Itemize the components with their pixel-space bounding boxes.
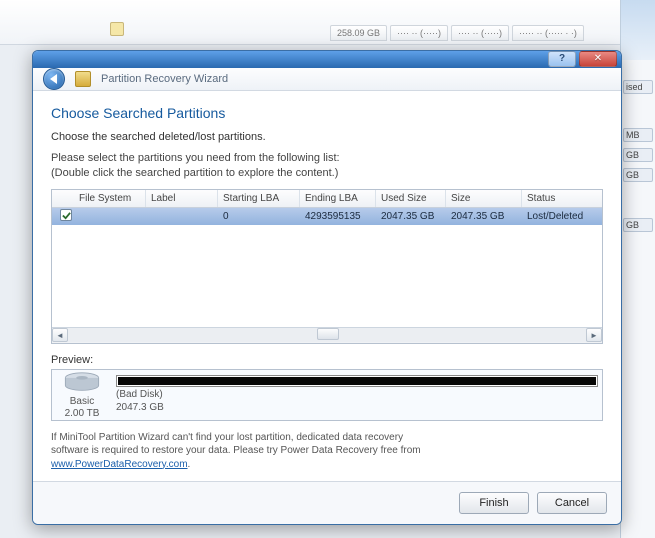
col-used-size[interactable]: Used Size	[376, 190, 446, 207]
check-icon	[62, 211, 71, 220]
wizard-content: Choose Searched Partitions Choose the se…	[33, 91, 621, 481]
wizard-title: Partition Recovery Wizard	[101, 73, 228, 85]
table-header-row: File System Label Starting LBA Ending LB…	[52, 190, 602, 208]
usage-bar-fill	[118, 377, 596, 385]
row-checkbox[interactable]	[60, 209, 72, 221]
col-ending-lba[interactable]: Ending LBA	[300, 190, 376, 207]
horizontal-scrollbar[interactable]: ◄ ►	[52, 327, 602, 343]
background-right-panel: ised MB GB GB GB	[620, 0, 655, 538]
bg-stub: ised	[623, 80, 653, 94]
scroll-thumb[interactable]	[317, 328, 339, 340]
col-check[interactable]	[52, 190, 74, 207]
scroll-left-button[interactable]: ◄	[52, 328, 68, 342]
partition-recovery-wizard-dialog: ? ✕ Partition Recovery Wizard Choose Sea…	[32, 50, 622, 525]
cell-status: Lost/Deleted	[522, 208, 602, 225]
titlebar[interactable]: ? ✕	[33, 51, 621, 68]
disk-summary: Basic 2.00 TB	[56, 370, 108, 420]
arrow-left-icon	[50, 74, 57, 84]
help-button[interactable]: ?	[548, 51, 576, 67]
col-starting-lba[interactable]: Starting LBA	[218, 190, 300, 207]
cancel-button[interactable]: Cancel	[537, 492, 607, 514]
col-status[interactable]: Status	[522, 190, 602, 207]
cell-size: 2047.35 GB	[446, 208, 522, 225]
disk-usage: (Bad Disk) 2047.3 GB	[116, 375, 598, 414]
usage-name: (Bad Disk)	[116, 389, 163, 400]
bg-stub: GB	[623, 218, 653, 232]
wizard-footer: Finish Cancel	[33, 481, 621, 524]
partitions-table: File System Label Starting LBA Ending LB…	[51, 189, 603, 344]
preview-panel: Basic 2.00 TB (Bad Disk) 2047.3 GB	[51, 369, 603, 421]
bg-tab: 258.09 GB	[330, 25, 387, 41]
close-icon: ✕	[594, 54, 602, 64]
finish-button[interactable]: Finish	[459, 492, 529, 514]
bg-tab: ···· ·· (·····)	[451, 25, 509, 41]
cell-ending-lba: 4293595135	[300, 208, 376, 225]
power-data-recovery-link[interactable]: www.PowerDataRecovery.com	[51, 459, 188, 470]
disk-type: Basic	[56, 396, 108, 408]
col-size[interactable]: Size	[446, 190, 522, 207]
background-folder-icon	[110, 22, 124, 36]
recovery-hint: If MiniTool Partition Wizard can't find …	[51, 431, 603, 472]
cell-label	[146, 213, 218, 219]
disk-capacity: 2.00 TB	[56, 408, 108, 420]
disk-icon	[62, 370, 102, 394]
scroll-track[interactable]	[68, 328, 586, 342]
instruction-primary: Choose the searched deleted/lost partiti…	[51, 131, 603, 143]
cell-filesystem	[74, 213, 146, 219]
bg-stub: MB	[623, 128, 653, 142]
back-button[interactable]	[43, 68, 65, 90]
background-tabs: 258.09 GB ···· ·· (·····) ···· ·· (·····…	[330, 25, 584, 41]
col-label[interactable]: Label	[146, 190, 218, 207]
cell-starting-lba: 0	[218, 208, 300, 225]
preview-label: Preview:	[51, 354, 603, 366]
bg-tab: ···· ·· (·····)	[390, 25, 448, 41]
help-icon: ?	[559, 54, 565, 64]
table-row[interactable]: 0 4293595135 2047.35 GB 2047.35 GB Lost/…	[52, 208, 602, 225]
instruction-secondary: Please select the partitions you need fr…	[51, 151, 603, 181]
wizard-header: Partition Recovery Wizard	[33, 68, 621, 91]
usage-bar	[116, 375, 598, 387]
scroll-right-button[interactable]: ►	[586, 328, 602, 342]
cell-used-size: 2047.35 GB	[376, 208, 446, 225]
close-button[interactable]: ✕	[579, 51, 617, 67]
usage-size: 2047.3 GB	[116, 402, 164, 413]
page-title: Choose Searched Partitions	[51, 105, 603, 121]
triangle-right-icon: ►	[590, 331, 598, 340]
bg-tab: ····· ·· (····· · ·)	[512, 25, 584, 41]
col-filesystem[interactable]: File System	[74, 190, 146, 207]
table-body: 0 4293595135 2047.35 GB 2047.35 GB Lost/…	[52, 208, 602, 327]
triangle-left-icon: ◄	[56, 331, 64, 340]
bg-stub: GB	[623, 168, 653, 182]
wizard-icon	[75, 71, 91, 87]
bg-stub: GB	[623, 148, 653, 162]
